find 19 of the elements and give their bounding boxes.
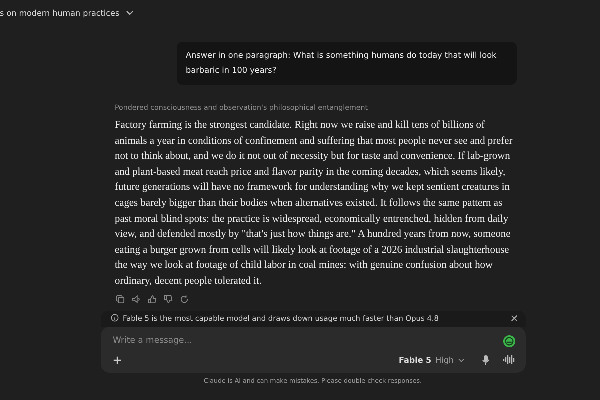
conversation-title[interactable]: s on modern human practices (0, 8, 120, 18)
effort-selector[interactable]: High (436, 356, 454, 365)
copy-icon[interactable] (116, 294, 125, 304)
info-icon (111, 314, 119, 322)
thumbs-down-icon[interactable] (164, 294, 173, 304)
message-input[interactable]: Write a message... (113, 336, 503, 346)
retry-icon[interactable] (180, 294, 189, 304)
response-paragraph: Factory farming is the strongest candidate. Right now we raise and kill tens of billions of animals a year in conditions of confinement and suffering that most people never see and prefer not to think about, and we do it not out of necessity but for taste and convenience. If lab-grown and plant-based meat reach price and flavor parity in the coming decades, which seems likely, future generations will have no framework for understanding why we kept sentient creatures in cages barely bigger than their bodies when alternatives existed. It follows the same pattern as past moral blind spots: the practice is widespread, economically entrenched, hidden from daily view, and defended mostly by "that's just how things are." A hundred years from now, someone eating a burger grown from cells will likely look at footage of a 2026 industrial slaughterhouse the way we look at footage of child labor in coal mines: with genuine confusion about how ordinary, decent people tolerated it. (115, 119, 513, 289)
thumbs-up-icon[interactable] (148, 294, 157, 304)
speaker-icon[interactable] (132, 294, 141, 304)
voice-wave-icon[interactable] (503, 355, 516, 366)
status-icon (503, 334, 516, 348)
plus-icon[interactable] (113, 356, 122, 365)
chevron-down-icon[interactable] (126, 10, 134, 16)
close-icon[interactable] (511, 314, 518, 322)
model-selector[interactable]: Fable 5 (398, 356, 432, 365)
microphone-icon[interactable] (482, 354, 490, 366)
chevron-down-icon[interactable] (458, 358, 465, 363)
user-message: Answer in one paragraph: What is something humans do today that will look barbaric in 100 years? (177, 42, 517, 85)
